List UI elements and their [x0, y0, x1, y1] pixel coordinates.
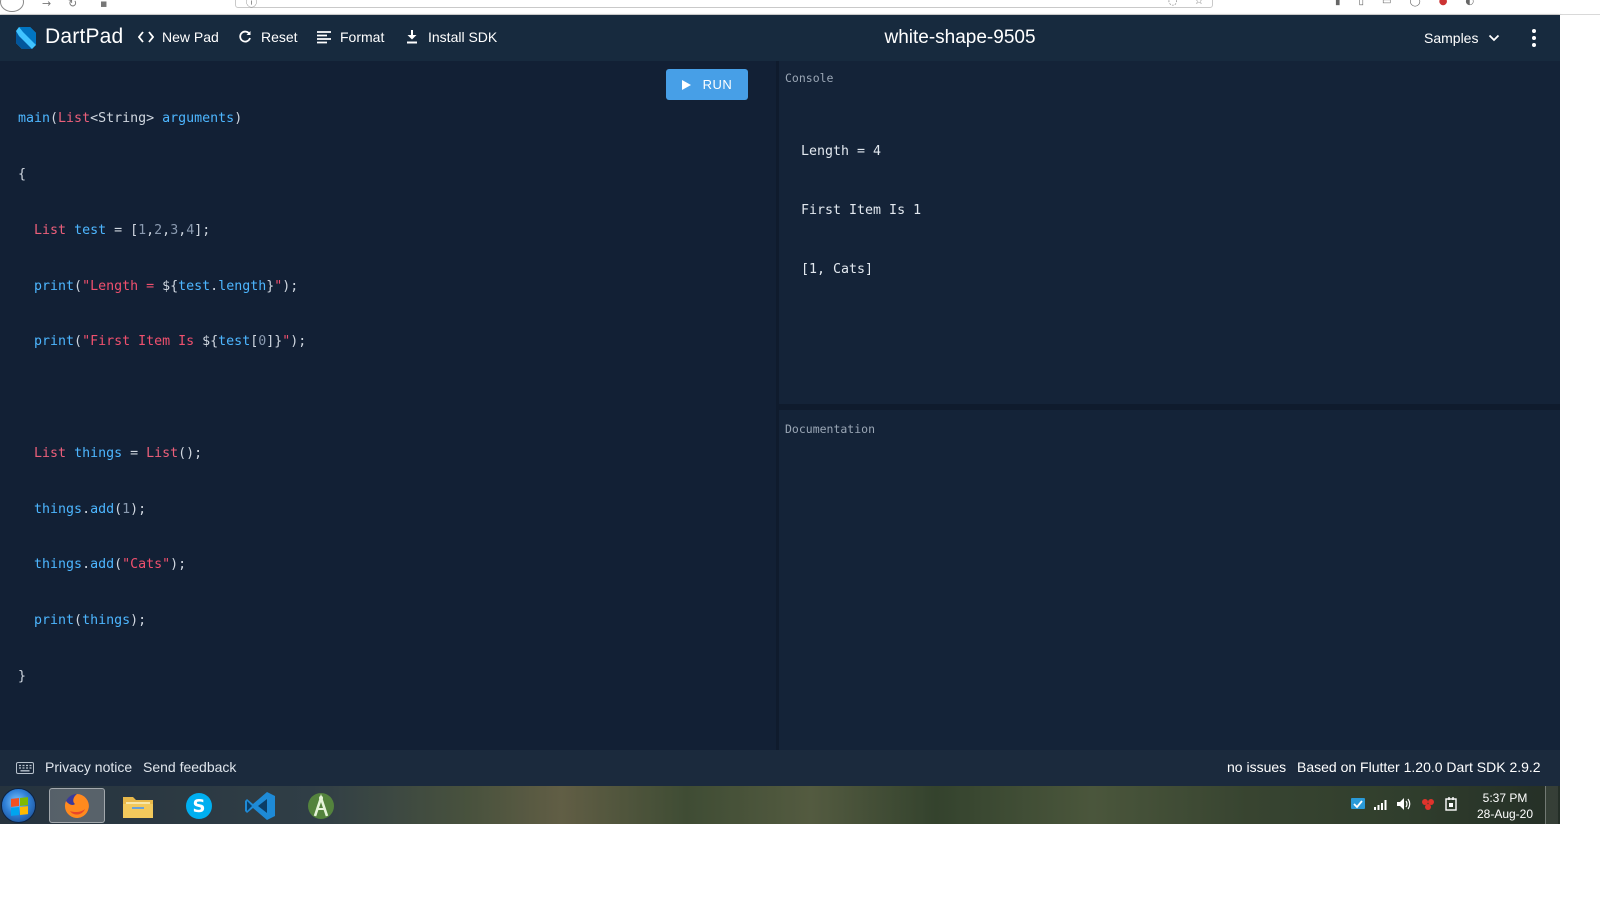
address-bar[interactable]: ⓘ ◌ ☆ [235, 0, 1213, 9]
volume-icon[interactable] [1396, 796, 1412, 812]
run-label: RUN [702, 77, 733, 92]
taskbar-file-explorer[interactable] [110, 788, 166, 823]
page-action-icon[interactable]: ◌ [1168, 0, 1178, 7]
sidebar-icon[interactable]: ▯ [1359, 0, 1365, 7]
console-line: Length = 4 [801, 144, 882, 160]
code-line: List things = List(); [34, 445, 203, 461]
windows-logo-icon [11, 797, 28, 816]
code-line: { [18, 166, 27, 182]
app-header: DartPad New Pad Reset Format Install SDK [0, 15, 1560, 61]
reset-label: Reset [261, 29, 298, 45]
code-line: print("First Item Is ${test[0]}"); [34, 334, 307, 350]
page-blank-area [0, 824, 1600, 900]
samples-label: Samples [1424, 30, 1479, 46]
send-feedback-link[interactable]: Send feedback [143, 759, 236, 775]
sdk-version: Based on Flutter 1.20.0 Dart SDK 2.9.2 [1297, 759, 1541, 775]
console-label: Console [785, 71, 834, 85]
taskbar-vscode[interactable] [232, 788, 288, 823]
keyboard-icon[interactable] [16, 762, 34, 774]
code-line: things.add("Cats"); [34, 557, 187, 573]
privacy-notice-link[interactable]: Privacy notice [45, 759, 132, 775]
power-plug-icon[interactable] [1443, 796, 1459, 812]
brand[interactable]: DartPad [15, 25, 123, 49]
install-sdk-button[interactable]: Install SDK [404, 29, 497, 45]
console-panel: Console Length = 4 First Item Is 1 [1, C… [779, 61, 1560, 404]
reader-icon[interactable]: ▭ [1382, 0, 1391, 7]
info-icon: ⓘ [246, 0, 257, 9]
library-icon[interactable]: ▮ [1335, 0, 1341, 7]
new-pad-label: New Pad [162, 29, 219, 45]
refresh-icon [237, 29, 253, 45]
home-icon[interactable]: ▪ [100, 0, 107, 10]
code-brackets-icon [138, 29, 154, 45]
notification-app-icon[interactable] [1420, 796, 1436, 812]
more-vert-icon[interactable] [1526, 28, 1542, 48]
bookmark-star-icon[interactable]: ☆ [1194, 0, 1204, 7]
code-line: main(List<String> arguments) [18, 111, 243, 127]
show-desktop-button[interactable] [1545, 786, 1558, 824]
app-footer: Privacy notice Send feedback no issues B… [0, 750, 1560, 786]
chevron-down-icon [1489, 34, 1500, 42]
network-tray-icon[interactable] [1350, 796, 1366, 812]
play-icon [681, 79, 691, 90]
forward-icon[interactable]: → [42, 0, 51, 10]
new-pad-button[interactable]: New Pad [138, 29, 219, 45]
taskbar-firefox[interactable] [49, 788, 105, 823]
samples-dropdown[interactable]: Samples [1424, 30, 1500, 46]
taskbar-skype[interactable]: S [171, 788, 227, 823]
code-line: print(things); [34, 613, 147, 629]
signal-strength-icon[interactable] [1373, 796, 1389, 812]
svg-text:S: S [193, 796, 206, 817]
console-line: [1, Cats] [801, 261, 874, 277]
pad-title: white-shape-9505 [884, 27, 1036, 48]
code-line: things.add(1); [34, 501, 147, 517]
code-line: print("Length = ${test.length}"); [34, 278, 299, 294]
browser-back-button[interactable] [0, 0, 24, 12]
browser-toolbar: → ↻ ▪ ⓘ ◌ ☆ ▮ ▯ ▭ ◯ ● ◐ [0, 0, 1600, 15]
account-icon[interactable]: ◯ [1409, 0, 1420, 7]
code-line: List test = [1,2,3,4]; [34, 222, 211, 238]
dart-logo-icon [16, 27, 36, 49]
taskbar-android-studio[interactable] [293, 788, 349, 823]
browser-toolbar-icons: ▮ ▯ ▭ ◯ ● ◐ [1335, 0, 1474, 7]
android-studio-icon [308, 792, 334, 819]
dartpad-app: DartPad New Pad Reset Format Install SDK [0, 15, 1560, 786]
format-button[interactable]: Format [316, 29, 384, 45]
extensions-icon[interactable]: ◐ [1465, 0, 1474, 7]
run-button[interactable]: RUN [666, 69, 748, 100]
documentation-label: Documentation [785, 422, 876, 436]
issues-status[interactable]: no issues [1227, 759, 1286, 775]
page-edge [1560, 15, 1600, 786]
folder-icon [123, 796, 153, 818]
install-sdk-label: Install SDK [428, 29, 498, 45]
console-output: Length = 4 First Item Is 1 [1, Cats] [801, 103, 921, 319]
brand-name: DartPad [45, 25, 124, 48]
format-label: Format [340, 29, 385, 45]
documentation-panel: Documentation [779, 410, 1560, 750]
vscode-icon [245, 791, 275, 820]
refresh-icon[interactable]: ↻ [68, 0, 77, 10]
download-icon [404, 29, 420, 45]
clock-time: 5:37 PM [1482, 791, 1528, 805]
reset-button[interactable]: Reset [237, 29, 298, 45]
code-text[interactable]: main(List<String> arguments) { List test… [18, 73, 306, 724]
system-clock[interactable]: 5:37 PM 28-Aug-20 [1470, 790, 1540, 822]
firefox-icon [64, 793, 89, 818]
format-align-icon [316, 29, 332, 45]
console-line: First Item Is 1 [801, 202, 922, 218]
clock-date: 28-Aug-20 [1476, 807, 1534, 821]
start-button[interactable] [1, 788, 36, 823]
addon-icon[interactable]: ● [1439, 0, 1448, 7]
skype-icon: S [186, 792, 212, 819]
code-line: } [18, 669, 27, 684]
code-editor[interactable]: main(List<String> arguments) { List test… [0, 61, 776, 750]
taskbar-edge [1560, 786, 1600, 824]
